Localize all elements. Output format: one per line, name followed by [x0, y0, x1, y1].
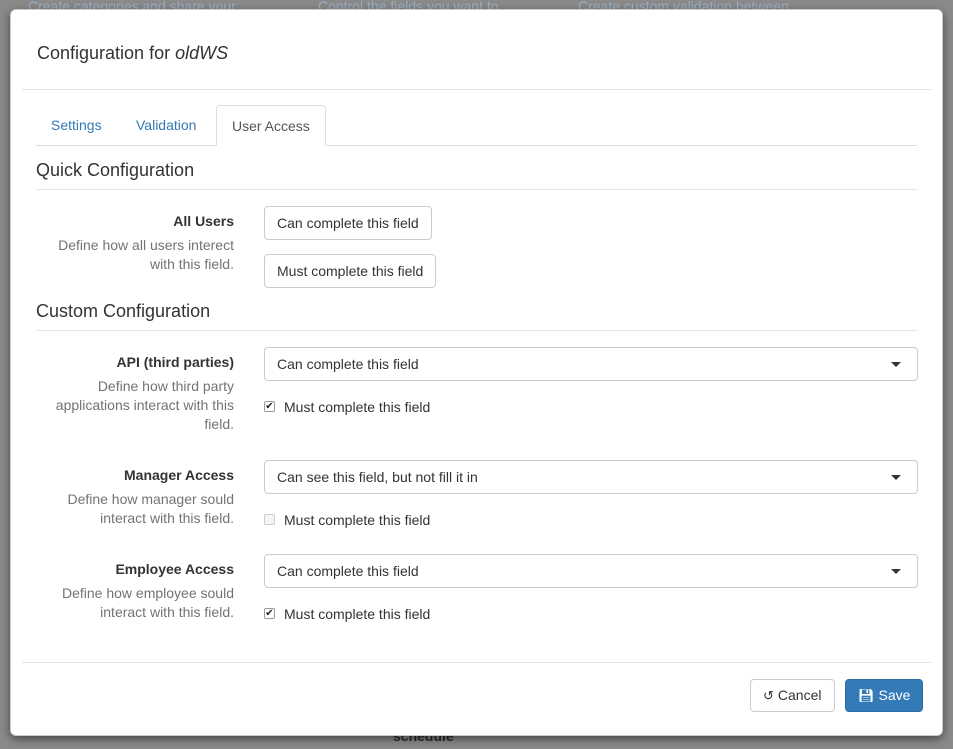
manager-access-select[interactable]: Can see this field, but not fill it in	[264, 460, 918, 494]
manager-must-complete-checkbox	[264, 514, 275, 525]
checkbox-label: Must complete this field	[284, 512, 431, 528]
checkbox-label: Must complete this field	[284, 399, 431, 415]
save-button[interactable]: 💾︎ Save	[845, 679, 924, 712]
caret-down-icon	[891, 362, 901, 367]
api-access-label: API (third parties)	[116, 354, 234, 370]
cancel-button[interactable]: ↺ Cancel	[750, 679, 835, 712]
all-users-help: Define how all users interect with this …	[58, 237, 234, 272]
configuration-modal: Configuration for oldWS Settings Validat…	[10, 9, 943, 736]
manager-access-label: Manager Access	[124, 467, 234, 483]
modal-title-prefix: Configuration for	[37, 43, 176, 63]
tab-validation[interactable]: Validation	[121, 105, 211, 145]
employee-access-help: Define how employee sould interact with …	[62, 585, 234, 620]
cancel-label: Cancel	[777, 687, 822, 703]
api-access-select[interactable]: Can complete this field	[264, 347, 918, 381]
manager-access-help: Define how manager sould interact with t…	[67, 491, 234, 526]
save-label: Save	[878, 687, 911, 703]
all-users-label: All Users	[173, 213, 234, 229]
employee-access-label: Employee Access	[115, 561, 234, 577]
employee-access-select-value: Can complete this field	[277, 563, 419, 579]
tab-bar: Settings Validation User Access	[36, 105, 917, 146]
quick-configuration-heading: Quick Configuration	[36, 160, 917, 190]
manager-access-select-value: Can see this field, but not fill it in	[277, 469, 478, 485]
custom-configuration-heading: Custom Configuration	[36, 301, 917, 331]
api-access-select-value: Can complete this field	[277, 356, 419, 372]
caret-down-icon	[891, 475, 901, 480]
modal-header: Configuration for oldWS	[22, 10, 932, 90]
tab-user-access[interactable]: User Access	[216, 105, 326, 146]
caret-down-icon	[891, 569, 901, 574]
api-must-complete-checkbox[interactable]: ✔	[264, 401, 275, 412]
employee-access-select[interactable]: Can complete this field	[264, 554, 918, 588]
employee-must-complete-checkbox[interactable]: ✔	[264, 608, 275, 619]
modal-title-name: oldWS	[175, 43, 229, 63]
modal-title: Configuration for oldWS	[37, 43, 228, 64]
must-complete-button[interactable]: Must complete this field	[264, 254, 437, 288]
tab-settings[interactable]: Settings	[36, 105, 117, 145]
undo-icon: ↺	[763, 688, 774, 703]
can-complete-button[interactable]: Can complete this field	[264, 206, 432, 240]
floppy-disk-icon: 💾︎	[858, 688, 875, 703]
checkbox-label: Must complete this field	[284, 606, 431, 622]
api-access-help: Define how third party applications inte…	[55, 378, 234, 432]
